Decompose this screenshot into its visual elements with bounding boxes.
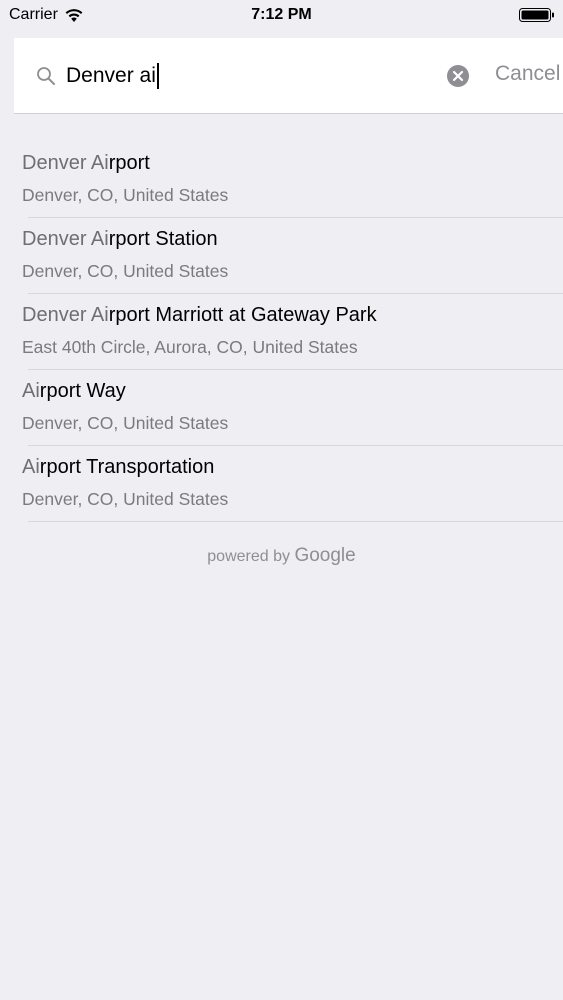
result-title-rest: rport Way bbox=[39, 380, 126, 402]
result-title-rest: rport bbox=[108, 152, 150, 174]
result-title-match: Ai bbox=[22, 456, 40, 478]
result-title: Denver Airport Station bbox=[22, 228, 218, 251]
result-title-match: Ai bbox=[22, 380, 40, 402]
list-item[interactable]: Denver Airport Station Denver, CO, Unite… bbox=[0, 218, 563, 294]
text-caret bbox=[156, 63, 159, 89]
search-query-text: Denver ai bbox=[66, 64, 156, 87]
status-bar: Carrier 7:12 PM bbox=[0, 0, 563, 30]
results-list: Denver Airport Denver, CO, United States… bbox=[0, 142, 563, 522]
search-input[interactable]: Denver ai bbox=[66, 60, 159, 92]
cancel-button[interactable]: Cancel bbox=[495, 62, 560, 86]
list-item[interactable]: Airport Transportation Denver, CO, Unite… bbox=[0, 446, 563, 522]
search-icon bbox=[37, 67, 55, 85]
result-subtitle: Denver, CO, United States bbox=[22, 261, 229, 281]
list-item[interactable]: Denver Airport Denver, CO, United States bbox=[0, 142, 563, 218]
list-item[interactable]: Denver Airport Marriott at Gateway Park … bbox=[0, 294, 563, 370]
google-logo-text: Google bbox=[294, 545, 356, 566]
powered-by-label: powered by bbox=[207, 548, 290, 565]
result-subtitle: East 40th Circle, Aurora, CO, United Sta… bbox=[22, 337, 358, 357]
powered-by-google: powered by Google bbox=[0, 545, 563, 567]
result-title-rest: rport Marriott at Gateway Park bbox=[108, 304, 377, 326]
result-subtitle: Denver, CO, United States bbox=[22, 413, 229, 433]
search-bar: Denver ai Cancel bbox=[14, 38, 563, 114]
result-title: Airport Way bbox=[22, 380, 126, 403]
clear-text-icon[interactable] bbox=[447, 65, 469, 87]
result-subtitle: Denver, CO, United States bbox=[22, 185, 229, 205]
result-title-match: Denver Ai bbox=[22, 304, 109, 326]
result-title: Denver Airport Marriott at Gateway Park bbox=[22, 304, 377, 327]
battery-icon bbox=[519, 8, 554, 22]
row-separator bbox=[28, 521, 563, 522]
status-time: 7:12 PM bbox=[251, 6, 312, 23]
screen: Carrier 7:12 PM Denver ai Cancel Denver … bbox=[0, 0, 563, 1000]
result-title-match: Denver Ai bbox=[22, 152, 109, 174]
result-title-match: Denver Ai bbox=[22, 228, 109, 250]
result-title: Denver Airport bbox=[22, 152, 150, 175]
list-item[interactable]: Airport Way Denver, CO, United States bbox=[0, 370, 563, 446]
result-subtitle: Denver, CO, United States bbox=[22, 489, 229, 509]
result-title-rest: rport Transportation bbox=[39, 456, 215, 478]
result-title-rest: rport Station bbox=[108, 228, 218, 250]
result-title: Airport Transportation bbox=[22, 456, 214, 479]
